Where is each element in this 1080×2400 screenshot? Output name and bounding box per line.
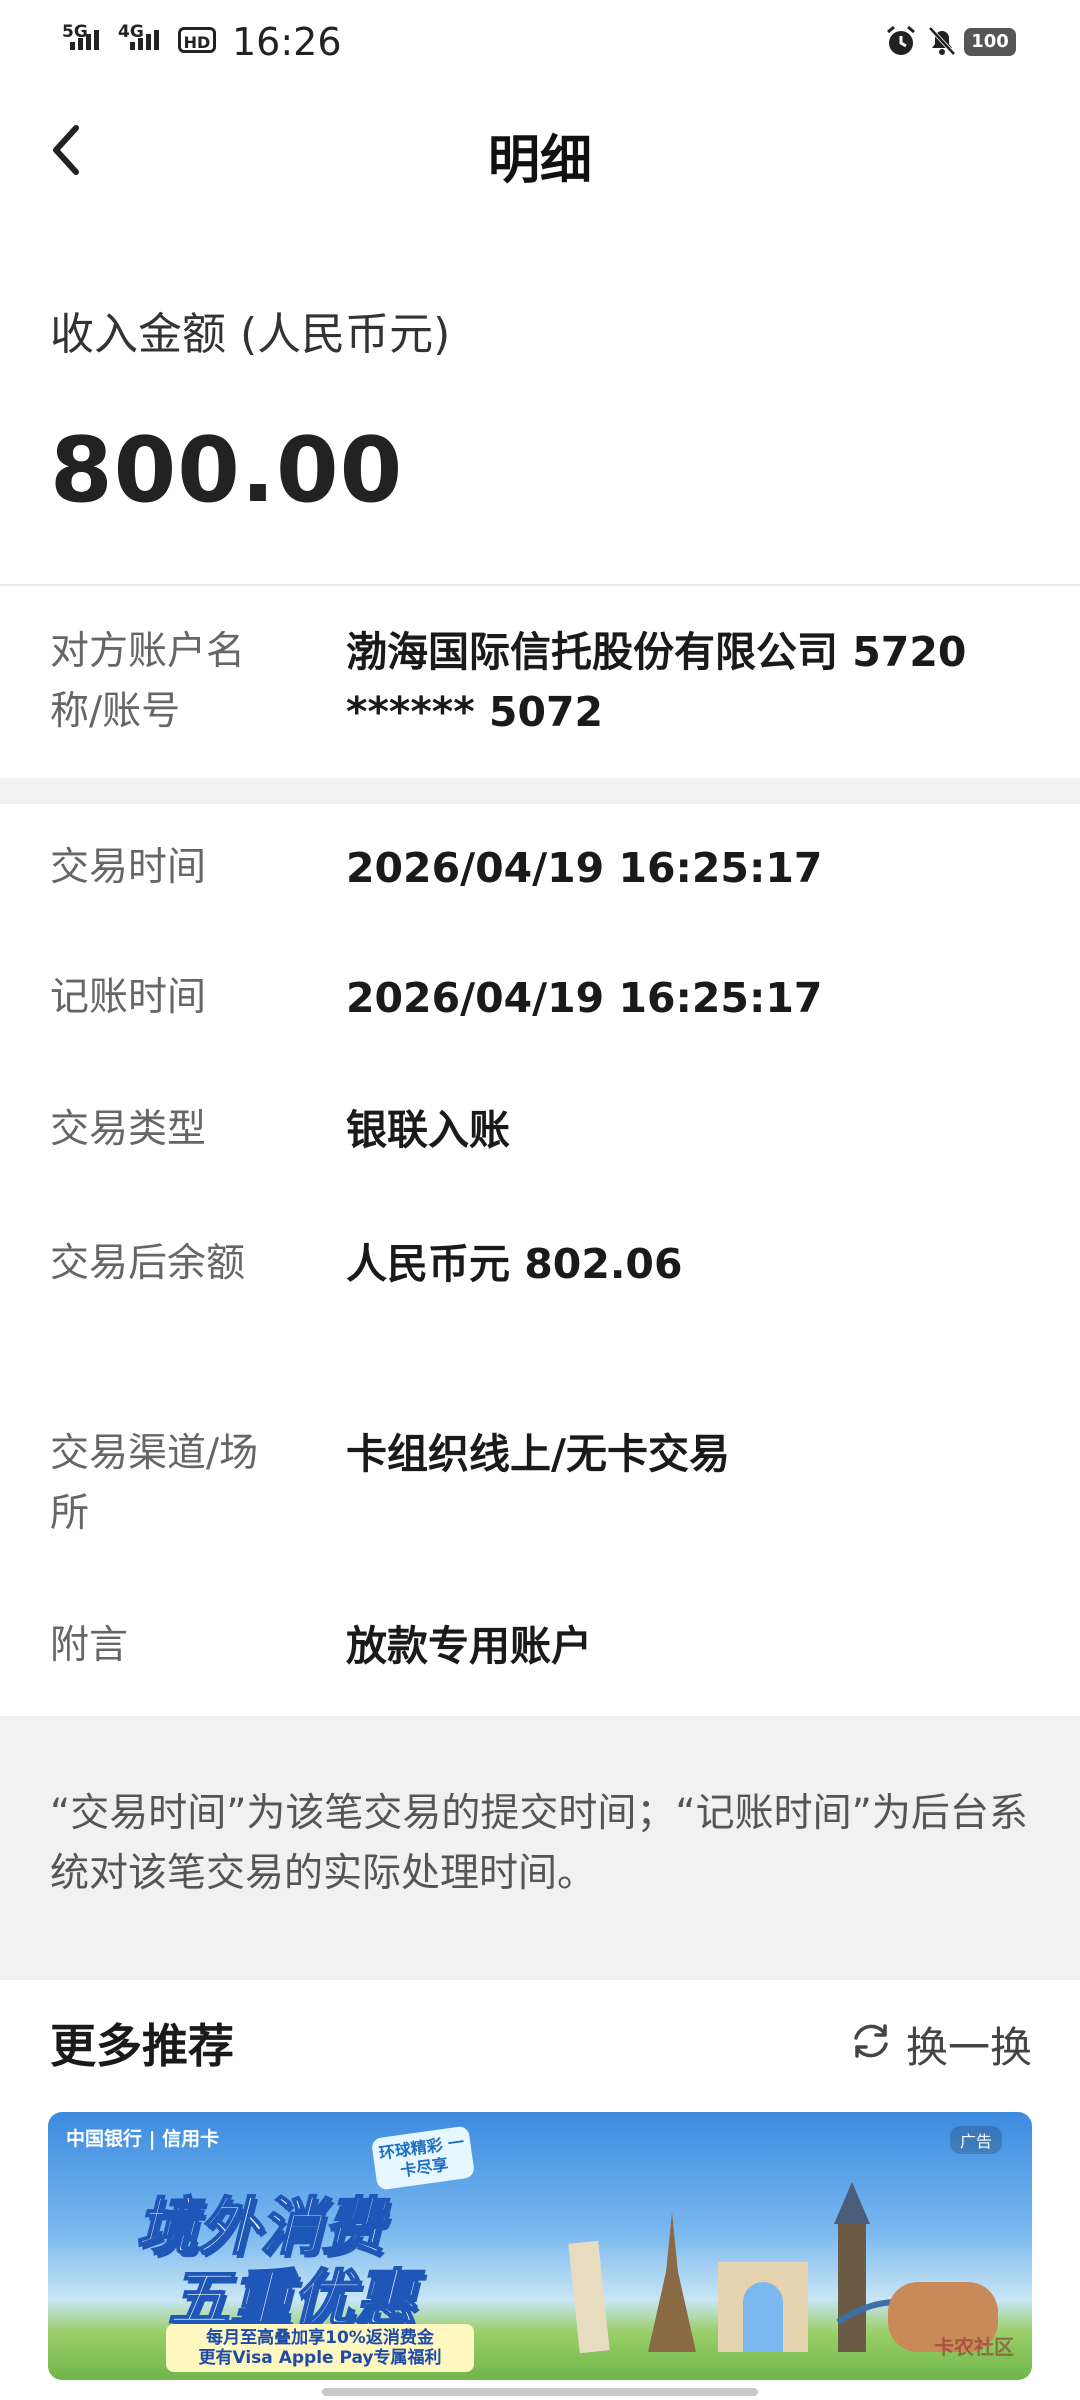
ad-badge: 广告 (949, 2126, 1002, 2154)
alarm-icon (887, 25, 915, 55)
detail-label-memo: 附言 (50, 1623, 129, 1668)
banner-subtitle: 每月至高叠加享10%返消费金 更有Visa Apple Pay专属福利 (166, 2324, 474, 2372)
detail-value-channel: 卡组织线上/无卡交易 (346, 1430, 730, 1478)
counterparty-label: 对方账户名称/账号 (50, 629, 246, 734)
clock: 16:26 (232, 20, 342, 64)
watermark-text: 卡农社区 (934, 2335, 1014, 2359)
detail-label-channel: 交易渠道/场所 (50, 1431, 259, 1536)
home-indicator[interactable] (322, 2388, 758, 2396)
detail-value-type: 银联入账 (346, 1106, 510, 1154)
detail-label-post-time: 记账时间 (50, 975, 207, 1020)
promo-banner[interactable]: 中国银行 | 信用卡 广告 环球精彩 一卡尽享 境外消费 五重优惠 每月至高叠加… (48, 2112, 1032, 2380)
refresh-button[interactable]: 换一换 (906, 2014, 1032, 2075)
detail-label-type: 交易类型 (50, 1107, 207, 1152)
amount-value: 800.00 (50, 418, 404, 523)
detail-value-trade-time: 2026/04/19 16:25:17 (346, 844, 823, 892)
detail-label-trade-time: 交易时间 (50, 845, 207, 890)
banner-brand: 中国银行 | 信用卡 (66, 2128, 220, 2150)
refresh-icon[interactable] (848, 2018, 894, 2064)
banner-tag: 环球精彩 一卡尽享 (370, 2125, 476, 2191)
status-bar: 5G 4G HD 16:26 100 (0, 0, 1080, 86)
detail-label-balance: 交易后余额 (50, 1241, 246, 1286)
battery-icon: 100 (964, 28, 1016, 56)
detail-value-post-time: 2026/04/19 16:25:17 (346, 974, 823, 1022)
amount-label: 收入金额 (人民币元) (50, 309, 451, 360)
counterparty-value: 渤海国际信托股份有限公司 5720 ****** 5072 (346, 628, 967, 736)
banner-subtitle-2: 更有Visa Apple Pay专属福利 (198, 2348, 442, 2368)
signal-icon-2 (130, 28, 159, 50)
banner-subtitle-1: 每月至高叠加享10%返消费金 (206, 2328, 434, 2348)
note-text: “交易时间”为该笔交易的提交时间；“记账时间”为后台系统对该笔交易的实际处理时间… (50, 1791, 1028, 1896)
detail-value-balance: 人民币元 802.06 (346, 1240, 683, 1288)
detail-value-memo: 放款专用账户 (346, 1622, 592, 1670)
hd-icon: HD (178, 27, 216, 53)
bell-off-icon (928, 26, 956, 56)
divider (0, 584, 1080, 586)
section-separator (0, 778, 1080, 804)
recommend-title: 更多推荐 (50, 2019, 234, 2073)
signal-icon (70, 28, 99, 50)
page-title: 明细 (487, 131, 592, 191)
